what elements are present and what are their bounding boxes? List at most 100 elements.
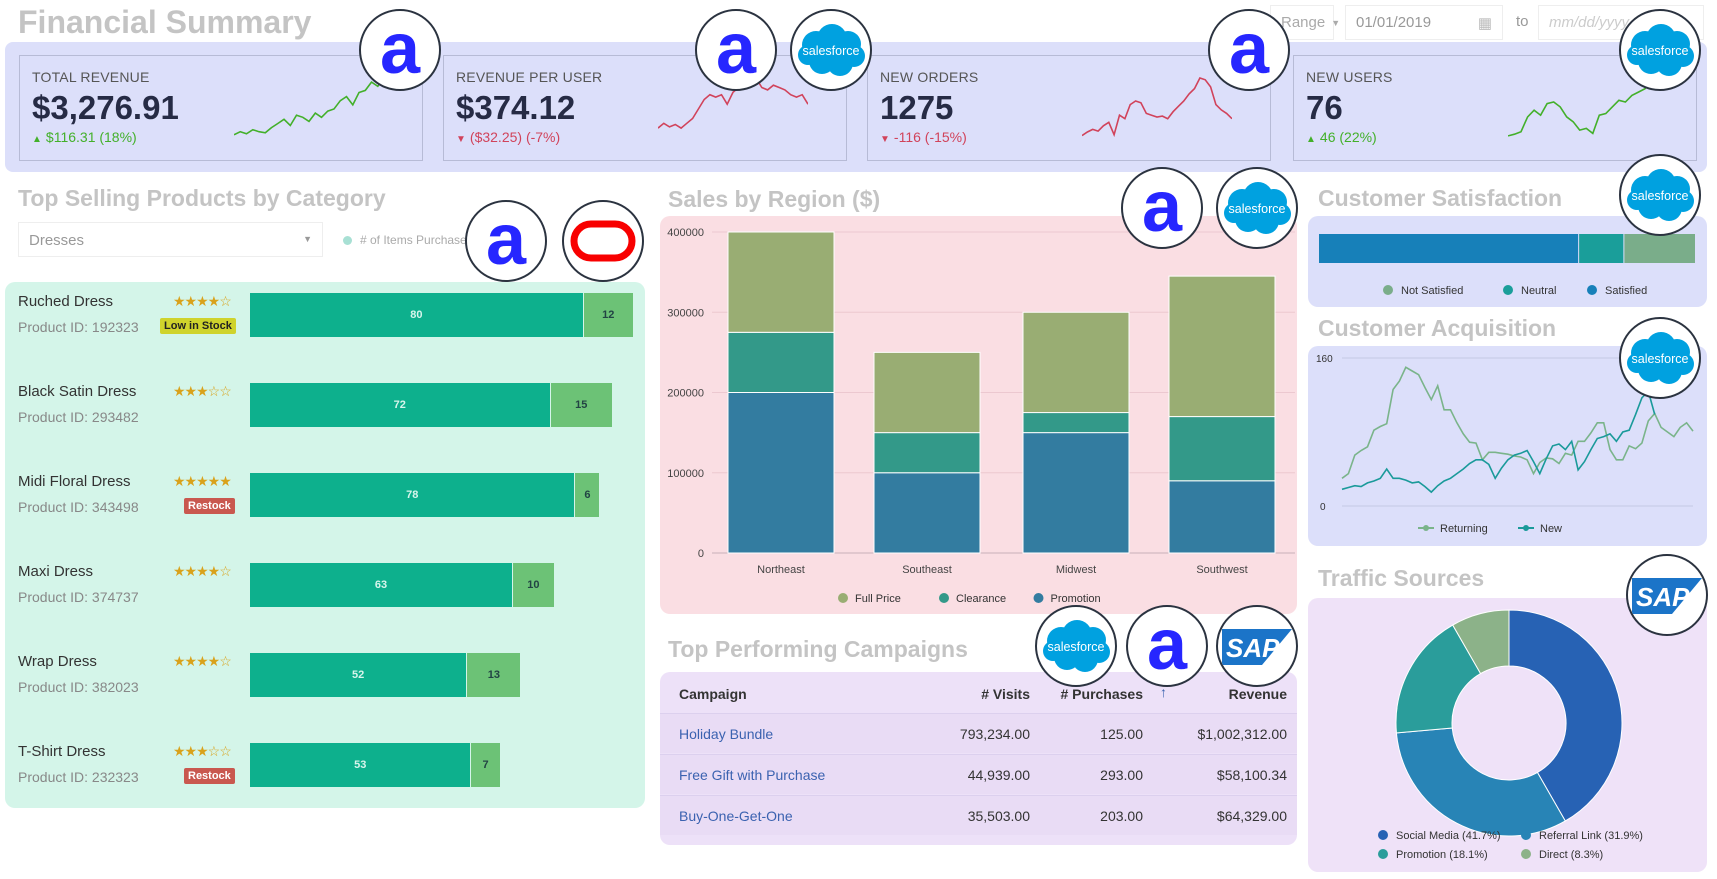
- bar-segment-full-price[interactable]: [1022, 311, 1130, 414]
- purchased-bar[interactable]: 72: [250, 383, 550, 427]
- kpi-card: NEW ORDERS 1275 ▼ -116 (-15%): [867, 55, 1271, 161]
- triangle-up-icon: ▲: [1306, 134, 1316, 145]
- sparkline-line: [1082, 77, 1232, 138]
- product-id: Product ID: 293482: [18, 409, 139, 425]
- returned-bar[interactable]: 15: [550, 383, 612, 427]
- returned-bar[interactable]: 7: [471, 743, 500, 787]
- legend-label: Not Satisfied: [1401, 285, 1463, 297]
- bar-segment-clearance[interactable]: [873, 432, 981, 474]
- campaign-link[interactable]: Holiday Bundle: [679, 726, 773, 742]
- sparkline-line: [1508, 77, 1658, 137]
- triangle-up-icon: ▲: [32, 134, 42, 145]
- legend-label: Direct (8.3%): [1539, 849, 1603, 861]
- x-tick-label: Southwest: [1196, 564, 1247, 576]
- a-logo-icon: a: [1142, 169, 1183, 247]
- a-logo-icon: a: [380, 11, 421, 89]
- salesforce-logo-icon: salesforce: [1627, 24, 1694, 76]
- column-header[interactable]: Campaign: [679, 686, 747, 702]
- y-tick-label: 0: [1320, 502, 1326, 513]
- legend-dot: [838, 593, 848, 603]
- purchased-bar[interactable]: 78: [250, 473, 575, 517]
- bar-segment-promotion[interactable]: [1168, 480, 1276, 554]
- bar-segment-promotion[interactable]: [1022, 432, 1130, 554]
- sap-logo: SAP: [1216, 605, 1298, 687]
- legend-dot: [1033, 593, 1044, 603]
- sparkline-line: [234, 77, 384, 136]
- donut-slice[interactable]: [1395, 727, 1566, 837]
- satisfaction-segment[interactable]: [1624, 234, 1695, 263]
- kpi-sparkline: [1082, 77, 1232, 138]
- traffic-panel: Social Media (41.7%) Referral Link (31.9%…: [1308, 598, 1707, 872]
- bar-segment-promotion[interactable]: [873, 472, 981, 554]
- bar-segment-full-price[interactable]: [727, 231, 835, 333]
- legend-dot: [1378, 849, 1388, 859]
- kpi-change-value: 46 (22%): [1319, 129, 1377, 145]
- kpi-label: NEW USERS: [1306, 69, 1393, 85]
- legend-label: # of Items Purchased: [360, 233, 474, 247]
- a-logo-icon: a: [716, 11, 757, 89]
- legend-label: Promotion: [1051, 593, 1101, 605]
- legend-label: Returning: [1440, 523, 1488, 535]
- returned-bar[interactable]: 13: [467, 653, 521, 697]
- kpi-sparkline: [234, 77, 384, 136]
- satisfaction-segment[interactable]: [1319, 234, 1579, 263]
- purchased-bar[interactable]: 80: [250, 293, 583, 337]
- product-id: Product ID: 343498: [18, 499, 139, 515]
- start-date-input[interactable]: 01/01/2019 ▦: [1345, 5, 1503, 40]
- a-logo-icon: a: [1229, 11, 1270, 89]
- chevron-down-icon: ▼: [1331, 17, 1341, 28]
- salesforce-logo: salesforce: [1619, 154, 1701, 236]
- bar-segment-promotion[interactable]: [727, 392, 835, 554]
- y-tick-label: 200000: [667, 388, 704, 400]
- purchased-bar[interactable]: 63: [250, 563, 513, 607]
- campaign-link[interactable]: Buy-One-Get-One: [679, 808, 793, 824]
- column-header[interactable]: # Purchases: [1061, 686, 1144, 702]
- product-id: Product ID: 192323: [18, 319, 139, 335]
- bar-segment-full-price[interactable]: [873, 351, 981, 434]
- star-rating-icon: ★★★★☆: [173, 293, 232, 309]
- category-dropdown[interactable]: Dresses ▼: [18, 222, 323, 257]
- salesforce-logo-icon: salesforce: [1627, 169, 1694, 221]
- table-cell: $58,100.34: [1216, 767, 1287, 783]
- product-id: Product ID: 374737: [18, 589, 139, 605]
- column-header[interactable]: # Visits: [981, 686, 1030, 702]
- calendar-icon[interactable]: ▦: [1478, 14, 1492, 32]
- legend-dot: [1587, 285, 1597, 295]
- product-id: Product ID: 232323: [18, 769, 139, 785]
- returned-bar[interactable]: 10: [513, 563, 554, 607]
- salesforce-logo-icon: salesforce: [1627, 332, 1694, 384]
- column-header[interactable]: Revenue: [1229, 686, 1287, 702]
- product-name: Black Satin Dress: [18, 383, 137, 400]
- purchased-bar[interactable]: 52: [250, 653, 467, 697]
- products-legend: # of Items Purchased: [343, 233, 473, 247]
- a-logo: a: [1208, 9, 1290, 91]
- bar-segment-full-price[interactable]: [1168, 275, 1276, 418]
- bar-segment-clearance[interactable]: [727, 331, 835, 393]
- returned-bar[interactable]: 6: [575, 473, 600, 517]
- table-cell: $64,329.00: [1216, 808, 1287, 824]
- svg-text:a: a: [716, 11, 757, 89]
- legend-label: Full Price: [855, 593, 901, 605]
- salesforce-logo: salesforce: [1619, 317, 1701, 399]
- kpi-value: $374.12: [456, 89, 576, 126]
- oracle-logo-icon: [570, 220, 636, 262]
- legend-label: New: [1540, 523, 1562, 535]
- kpi-value: $3,276.91: [32, 89, 179, 126]
- a-logo: a: [1126, 605, 1208, 687]
- svg-text:a: a: [1142, 169, 1183, 247]
- campaign-link[interactable]: Free Gift with Purchase: [679, 767, 825, 783]
- bar-segment-clearance[interactable]: [1022, 412, 1130, 434]
- product-row: Midi Floral Dress Product ID: 343498 ★★★★★…: [5, 473, 645, 533]
- legend-marker: [1423, 525, 1429, 531]
- kpi-value: 1275: [880, 89, 954, 126]
- star-rating-icon: ★★★★★: [173, 473, 232, 489]
- product-row: T-Shirt Dress Product ID: 232323 ★★★☆☆ Rest…: [5, 743, 645, 803]
- satisfaction-segment[interactable]: [1579, 234, 1624, 263]
- sap-logo-icon: SAP: [1222, 629, 1292, 665]
- bar-segment-clearance[interactable]: [1168, 416, 1276, 482]
- purchased-bar[interactable]: 53: [250, 743, 471, 787]
- legend-dot: [1521, 830, 1531, 840]
- product-name: Maxi Dress: [18, 563, 94, 580]
- kpi-change: ▼ -116 (-15%): [880, 129, 967, 145]
- returned-bar[interactable]: 12: [583, 293, 633, 337]
